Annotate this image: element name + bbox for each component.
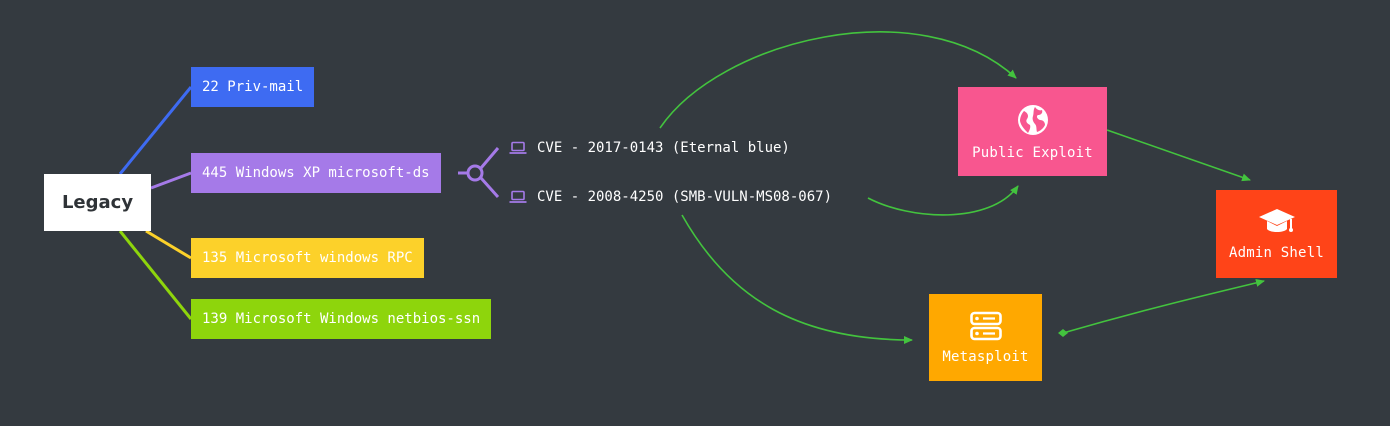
metasploit-node[interactable]: Metasploit	[929, 294, 1042, 381]
admin-shell-label: Admin Shell	[1229, 245, 1324, 261]
laptop-icon	[509, 190, 527, 203]
arrow-tail-metasploit	[1058, 329, 1068, 337]
cve-label: CVE - 2017-0143 (Eternal blue)	[537, 140, 790, 156]
port-node-135[interactable]: 135 Microsoft windows RPC	[191, 238, 424, 278]
arrow-cve2008-public-exploit	[867, 185, 1019, 216]
port-node-445[interactable]: 445 Windows XP microsoft-ds	[191, 153, 441, 193]
edge-root-port-139	[118, 230, 193, 320]
arrow-public-exploit-admin-shell	[1106, 129, 1251, 182]
port-node-22[interactable]: 22 Priv-mail	[191, 67, 315, 107]
port-node-139[interactable]: 139 Microsoft Windows netbios-ssn	[191, 299, 492, 339]
cve-label: CVE - 2008-4250 (SMB-VULN-MS08-067)	[537, 189, 833, 205]
edge-root-port-22	[118, 86, 193, 175]
edge-root-port-135	[145, 229, 192, 260]
cve-node-2008-4250[interactable]: CVE - 2008-4250 (SMB-VULN-MS08-067)	[509, 189, 832, 205]
root-node-legacy[interactable]: Legacy	[44, 174, 151, 231]
arrow-metasploit-admin-shell	[1062, 278, 1265, 334]
arrow-cve2008-metasploit	[681, 214, 913, 344]
edge-root-port-445	[150, 171, 192, 190]
admin-shell-node[interactable]: Admin Shell	[1216, 190, 1337, 278]
edge-junction-cve-2008	[479, 176, 500, 199]
public-exploit-label: Public Exploit	[972, 144, 1093, 161]
public-exploit-node[interactable]: Public Exploit	[958, 87, 1107, 176]
metasploit-label: Metasploit	[942, 348, 1029, 365]
edge-junction-cve-2017	[479, 147, 500, 169]
cve-node-2017-0143[interactable]: CVE - 2017-0143 (Eternal blue)	[509, 140, 790, 156]
branch-junction	[466, 164, 484, 182]
connector-lines	[118, 31, 1265, 344]
laptop-icon	[509, 141, 527, 154]
server-icon	[969, 311, 1002, 340]
globe-icon	[1017, 104, 1048, 135]
graduation-cap-icon	[1258, 209, 1295, 232]
